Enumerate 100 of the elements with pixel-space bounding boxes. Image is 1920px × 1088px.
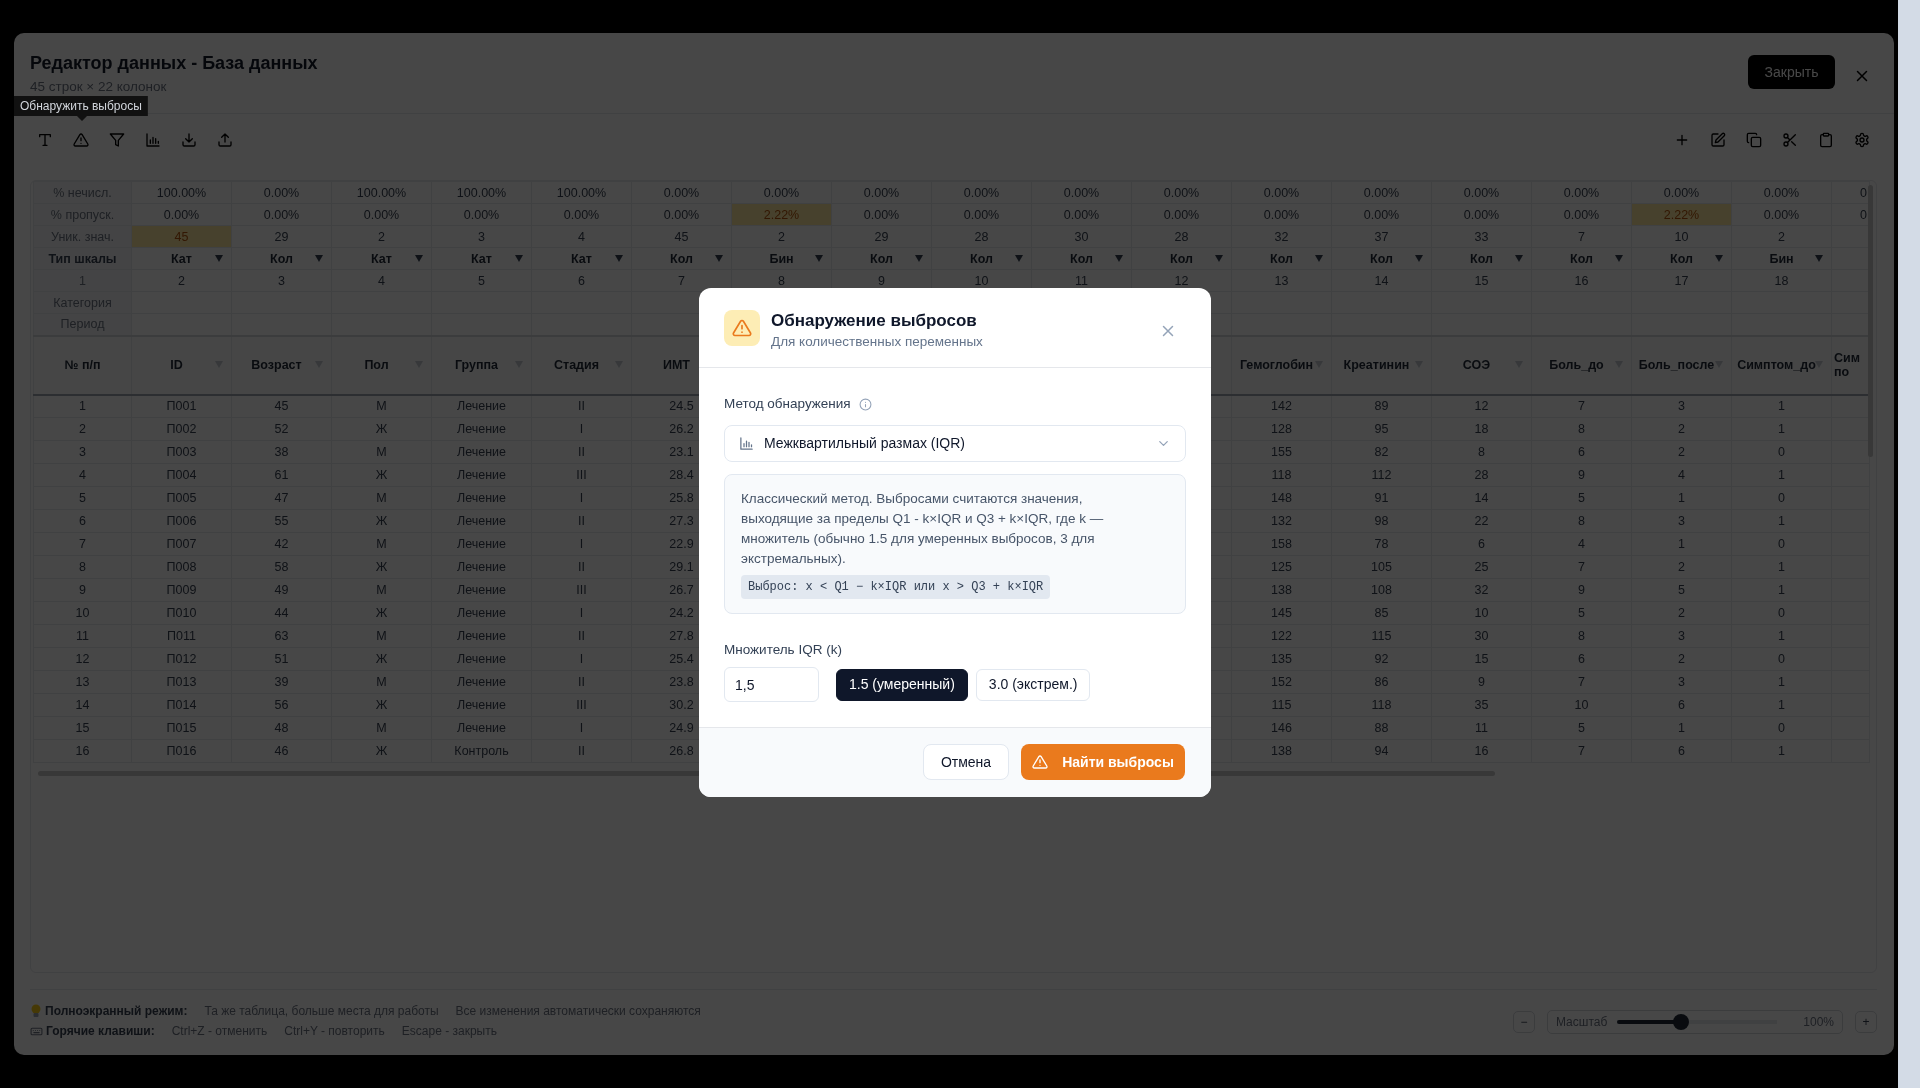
table-cell: 55 (231, 509, 332, 533)
row-number: 10 (33, 601, 132, 625)
caret-icon (1215, 254, 1223, 262)
table-cell: 14 (1331, 269, 1432, 292)
table-cell: 100.00% (131, 181, 232, 204)
table-cell: 1 (1731, 739, 1832, 763)
zoom-out-button[interactable]: − (1512, 1011, 1535, 1033)
scale-select[interactable]: Кат (531, 247, 632, 270)
scale-select[interactable]: Кол (1331, 247, 1432, 270)
preset-button[interactable]: 3.0 (экстрем.) (975, 668, 1091, 701)
table-cell: Лечение (431, 532, 532, 556)
table-cell: 0.00% (1231, 181, 1332, 204)
scale-select[interactable]: Кол (1231, 247, 1332, 270)
column-header[interactable]: Пол (331, 335, 432, 395)
column-header[interactable]: Гемоглобин (1231, 335, 1332, 395)
close-button[interactable]: Закрыть (1748, 55, 1835, 89)
scale-select[interactable]: Кат (131, 247, 232, 270)
table-cell: П007 (131, 532, 232, 556)
scale-select[interactable]: Кол (1631, 247, 1732, 270)
table-cell: Лечение (431, 417, 532, 441)
row-number: 1 (33, 394, 132, 418)
row-number: 14 (33, 693, 132, 717)
column-header[interactable]: Возраст (231, 335, 332, 395)
table-cell: 4 (1531, 532, 1632, 556)
table-cell: 16 (1531, 269, 1632, 292)
bar-chart-icon (739, 436, 754, 451)
scale-select[interactable]: Кол (1431, 247, 1532, 270)
table-cell: 89 (1331, 394, 1432, 418)
cancel-button[interactable]: Отмена (923, 744, 1009, 780)
column-header[interactable]: Симптом_до (1731, 335, 1832, 395)
table-cell: П012 (131, 647, 232, 671)
table-cell: 0.00% (431, 203, 532, 226)
table-cell: 132 (1231, 509, 1332, 533)
column-header[interactable]: Боль_до (1531, 335, 1632, 395)
caret-icon (915, 254, 923, 262)
caret-icon (1815, 254, 1823, 262)
find-outliers-button[interactable]: Найти выбросы (1021, 744, 1185, 780)
column-header[interactable]: ID (131, 335, 232, 395)
scale-select[interactable]: Кол (1531, 247, 1632, 270)
column-header[interactable]: Группа (431, 335, 532, 395)
table-cell: 1 (1631, 486, 1732, 510)
table-cell: Контроль (431, 739, 532, 763)
table-cell: 94 (1331, 739, 1432, 763)
scale-select[interactable]: Кол (931, 247, 1032, 270)
caret-icon (1615, 254, 1623, 262)
table-cell: Лечение (431, 578, 532, 602)
column-header[interactable]: Сим по (1831, 335, 1870, 395)
table-cell: Ж (331, 601, 432, 625)
table-cell: Лечение (431, 670, 532, 694)
table-cell: 29 (231, 225, 332, 248)
method-select[interactable]: Межквартильный размах (IQR) (724, 425, 1186, 462)
column-header[interactable]: СОЭ (1431, 335, 1532, 395)
zoom-in-button[interactable]: + (1855, 1011, 1877, 1033)
caret-icon (1515, 254, 1523, 262)
table-cell: 45 (631, 225, 732, 248)
scale-select[interactable]: Кол (1131, 247, 1232, 270)
table-cell: Ж (331, 463, 432, 487)
table-cell: 5 (1531, 486, 1632, 510)
table-cell: I (531, 601, 632, 625)
scale-select[interactable]: Кат (431, 247, 532, 270)
table-cell: 12 (1431, 394, 1532, 418)
scale-select[interactable]: Кол (1031, 247, 1132, 270)
table-cell: 92 (1331, 647, 1432, 671)
preset-button[interactable]: 1.5 (умеренный) (836, 668, 968, 701)
table-cell: П004 (131, 463, 232, 487)
column-header[interactable]: Креатинин (1331, 335, 1432, 395)
table-cell: 1 (1731, 670, 1832, 694)
table-cell: 15 (1431, 647, 1532, 671)
table-cell: 0.00% (131, 203, 232, 226)
column-header[interactable]: Стадия (531, 335, 632, 395)
column-header[interactable]: Боль_после (1631, 335, 1732, 395)
table-cell: 3 (431, 225, 532, 248)
table-cell: 22 (1431, 509, 1532, 533)
table-cell: 61 (231, 463, 332, 487)
table-cell: III (531, 578, 632, 602)
table-cell: 32 (1231, 225, 1332, 248)
settings-icon (1854, 131, 1870, 148)
row-number: 12 (33, 647, 132, 671)
scale-select[interactable]: Бин (731, 247, 832, 270)
table-cell: 39 (231, 670, 332, 694)
scale-select[interactable]: Кол (231, 247, 332, 270)
table-cell: 49 (231, 578, 332, 602)
scale-select[interactable]: Кат (331, 247, 432, 270)
scale-select[interactable]: Кол (631, 247, 732, 270)
table-cell: I (531, 417, 632, 441)
table-cell: 44 (231, 601, 332, 625)
table-cell: 142 (1231, 394, 1332, 418)
caret-icon (215, 254, 223, 262)
table-cell: Лечение (431, 624, 532, 648)
table-cell: 46 (231, 739, 332, 763)
multiplier-input[interactable]: 1,5 (724, 667, 819, 702)
scissors-icon (1782, 131, 1798, 148)
scale-select[interactable]: Кол (831, 247, 932, 270)
formula-code: Выброс: x < Q1 − k×IQR или x > Q3 + k×IQR (741, 575, 1051, 599)
table-cell: 11 (1431, 716, 1532, 740)
scale-select[interactable]: Бин (1731, 247, 1832, 270)
slider-thumb[interactable] (1673, 1014, 1690, 1030)
table-cell: 100.00% (531, 181, 632, 204)
table-cell: 1 (1731, 578, 1832, 602)
table-cell: 145 (1231, 601, 1332, 625)
